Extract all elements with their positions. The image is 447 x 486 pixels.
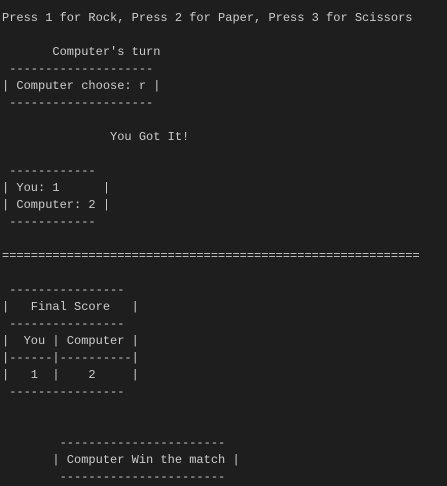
final-table-top: ---------------- xyxy=(2,283,125,297)
turn-heading: Computer's turn xyxy=(2,45,161,59)
final-table-rule: |------|----------| xyxy=(2,351,139,365)
final-table-row: | 1 | 2 | xyxy=(2,368,139,382)
instructions-line: Press 1 for Rock, Press 2 for Paper, Pre… xyxy=(2,11,413,25)
final-table-bottom: ---------------- xyxy=(2,385,125,399)
winner-box-top: ----------------------- xyxy=(2,436,226,450)
final-table-divider: ---------------- xyxy=(2,317,125,331)
score-you-line: | You: 1 | xyxy=(2,181,111,195)
final-score-title: | Final Score | xyxy=(2,300,139,314)
score-box-top: ------------ xyxy=(2,164,96,178)
separator-line: ========================================… xyxy=(2,249,420,263)
winner-box-bottom: ----------------------- xyxy=(2,470,226,484)
choice-box-top: -------------------- xyxy=(2,62,154,76)
computer-choice-line: | Computer choose: r | xyxy=(2,79,161,93)
choice-box-bottom: -------------------- xyxy=(2,96,154,110)
final-table-header: | You | Computer | xyxy=(2,334,139,348)
terminal-window[interactable]: Press 1 for Rock, Press 2 for Paper, Pre… xyxy=(0,0,447,484)
score-box-bottom: ------------ xyxy=(2,215,96,229)
score-computer-line: | Computer: 2 | xyxy=(2,198,111,212)
round-result-message: You Got It! xyxy=(2,130,190,144)
match-winner-message: | Computer Win the match | xyxy=(2,453,240,467)
